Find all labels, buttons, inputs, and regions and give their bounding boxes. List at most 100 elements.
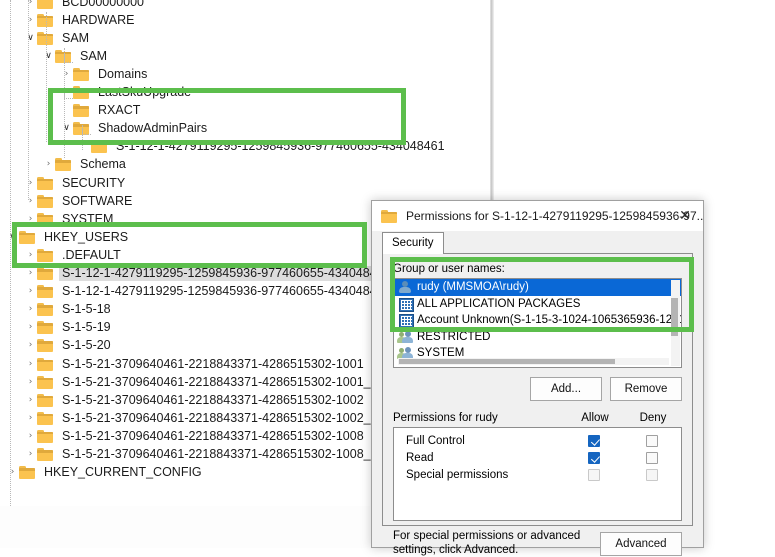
folder-icon <box>73 86 90 100</box>
chevron-right-icon[interactable]: › <box>24 413 37 423</box>
package-icon <box>398 313 414 329</box>
dialog-tabstrip[interactable]: Security <box>382 231 693 254</box>
group-or-user-names-list[interactable]: rudy (MMSMOA\rudy) ALL APPLICATION PACKAG… <box>393 278 682 368</box>
tree-item[interactable]: › .DEFAULT <box>24 246 124 264</box>
tree-item-label: Schema <box>80 157 126 172</box>
tree-item-label: SECURITY <box>62 175 126 190</box>
group-list-item[interactable]: rudy (MMSMOA\rudy) <box>394 279 681 296</box>
allow-cell <box>565 451 623 464</box>
tree-item[interactable]: › S-1-5-21-3709640461-2218843371-42865153… <box>24 355 367 373</box>
folder-icon <box>73 104 90 118</box>
user-icon <box>398 280 413 294</box>
tree-item[interactable]: › S-1-5-20 <box>24 337 114 355</box>
tree-item[interactable]: LastSkuUpgrade <box>60 84 194 102</box>
tab-security[interactable]: Security <box>382 232 444 254</box>
chevron-right-icon[interactable]: › <box>24 287 37 296</box>
permissions-table[interactable]: Full Control Read Special permissions <box>393 427 682 521</box>
chevron-down-icon[interactable]: ∨ <box>6 232 19 242</box>
group-list-item[interactable]: ALL APPLICATION PACKAGES <box>394 296 681 313</box>
tree-item[interactable]: › S-1-5-19 <box>24 319 114 337</box>
tree-item[interactable]: › S-1-5-21-3709640461-2218843371-42865153… <box>24 391 367 409</box>
chevron-right-icon[interactable]: › <box>24 395 37 405</box>
folder-icon <box>37 321 54 335</box>
chevron-right-icon[interactable]: › <box>24 0 37 7</box>
group-list-vertical-scrollbar[interactable] <box>671 280 680 366</box>
group-list-item[interactable]: Account Unknown(S-1-15-3-1024-1065365936… <box>394 312 681 329</box>
folder-icon <box>37 357 54 371</box>
chevron-right-icon[interactable]: › <box>24 341 37 350</box>
chevron-right-icon[interactable]: › <box>24 431 37 441</box>
allow-checkbox[interactable] <box>588 434 600 447</box>
tree-item[interactable]: › S-1-5-18 <box>24 301 114 319</box>
dialog-titlebar[interactable]: Permissions for S-1-12-1-4279119295-1259… <box>372 201 703 231</box>
tree-item[interactable]: › HARDWARE <box>24 11 137 29</box>
group-list-item-label: RESTRICTED <box>417 330 491 343</box>
pane-splitter[interactable] <box>490 0 494 222</box>
tree-item[interactable]: › SECURITY <box>24 174 128 192</box>
chevron-right-icon[interactable]: › <box>60 69 73 79</box>
folder-icon <box>381 209 398 223</box>
chevron-right-icon[interactable]: › <box>24 377 37 387</box>
folder-icon <box>37 448 54 462</box>
tree-elbow-line <box>64 53 73 63</box>
tree-item-label: S-1-5-21-3709640461-2218843371-428651530… <box>62 410 416 425</box>
permission-name: Special permissions <box>406 468 509 481</box>
chevron-right-icon[interactable]: › <box>24 196 37 206</box>
chevron-right-icon[interactable]: › <box>24 178 37 188</box>
deny-checkbox[interactable] <box>646 434 658 447</box>
tree-item[interactable]: › S-1-5-21-3709640461-2218843371-42865153… <box>24 373 418 391</box>
chevron-right-icon[interactable]: › <box>24 269 37 278</box>
advanced-hint-text: For special permissions or advanced sett… <box>393 530 581 556</box>
chevron-down-icon[interactable]: ∨ <box>24 33 37 43</box>
deny-column-header: Deny <box>639 412 667 424</box>
tree-item[interactable]: › Schema <box>42 156 129 174</box>
tree-item[interactable]: › BCD00000000 <box>24 0 147 11</box>
tree-item[interactable]: ∨ SAM <box>42 47 110 65</box>
tree-item[interactable]: › S-1-5-21-3709640461-2218843371-42865153… <box>24 446 418 464</box>
group-list-rows[interactable]: rudy (MMSMOA\rudy) ALL APPLICATION PACKAG… <box>394 279 681 362</box>
group-list-item-label: ALL APPLICATION PACKAGES <box>417 297 581 310</box>
tree-item[interactable]: RXACT <box>60 102 143 120</box>
tree-guide-line <box>64 48 66 158</box>
chevron-right-icon[interactable]: › <box>24 305 37 314</box>
tree-item[interactable]: › S-1-12-1-4279119295-1259845936-97746065… <box>24 265 394 283</box>
tree-item[interactable]: › SOFTWARE <box>24 192 135 210</box>
package-icon <box>398 297 414 312</box>
tree-item[interactable]: › SYSTEM <box>24 210 116 228</box>
advanced-button[interactable]: Advanced <box>600 531 682 556</box>
close-icon[interactable]: ✕ <box>667 201 703 231</box>
tree-item-label: SYSTEM <box>62 211 114 226</box>
folder-icon <box>37 411 54 425</box>
deny-checkbox[interactable] <box>646 451 658 464</box>
tree-item-label: S-1-5-20 <box>62 338 111 353</box>
tree-elbow-line <box>82 125 91 135</box>
tree-item-label: HKEY_CURRENT_CONFIG <box>44 465 202 480</box>
permission-name: Full Control <box>406 434 465 447</box>
chevron-down-icon[interactable]: ∨ <box>60 124 73 133</box>
tree-item[interactable]: ∨ SAM <box>24 29 92 47</box>
tree-item[interactable]: › HKEY_CURRENT_CONFIG <box>6 464 205 482</box>
allow-checkbox[interactable] <box>588 451 600 464</box>
tree-item[interactable]: › S-1-5-21-3709640461-2218843371-42865153… <box>24 409 418 427</box>
chevron-right-icon[interactable]: › <box>42 160 55 169</box>
chevron-right-icon[interactable]: › <box>24 214 37 224</box>
deny-cell <box>623 468 681 481</box>
permissions-dialog[interactable]: Permissions for S-1-12-1-4279119295-1259… <box>371 200 704 556</box>
group-list-item[interactable]: RESTRICTED <box>394 329 681 346</box>
add-button[interactable]: Add... <box>530 377 602 401</box>
chevron-right-icon[interactable]: › <box>24 250 37 260</box>
chevron-right-icon[interactable]: › <box>6 468 19 477</box>
tree-item[interactable]: S-1-12-1-4279119295-1259845936-977460655… <box>78 138 448 156</box>
chevron-right-icon[interactable]: › <box>24 359 37 369</box>
scrollbar-thumb[interactable] <box>671 298 678 336</box>
tree-item[interactable]: ∨ HKEY_USERS <box>6 228 131 246</box>
hscrollbar-thumb[interactable] <box>399 359 615 364</box>
chevron-right-icon[interactable]: › <box>24 323 37 332</box>
tree-item[interactable]: › Domains <box>60 65 150 83</box>
tree-item[interactable]: › S-1-5-21-3709640461-2218843371-42865153… <box>24 427 367 445</box>
remove-button[interactable]: Remove <box>610 377 682 401</box>
chevron-right-icon[interactable]: › <box>24 15 37 25</box>
chevron-right-icon[interactable]: › <box>24 450 37 459</box>
chevron-down-icon[interactable]: ∨ <box>42 51 55 61</box>
folder-icon <box>37 375 54 389</box>
